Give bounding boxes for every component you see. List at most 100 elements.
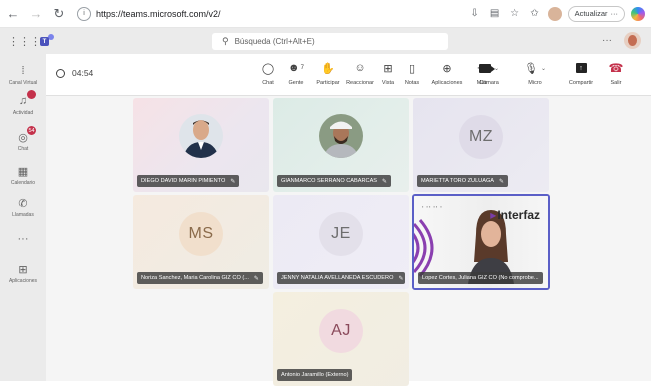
participant-name-tag: Antonio Jaramillo (Externo) <box>277 369 353 381</box>
address-bar[interactable]: i https://teams.microsoft.com/v2/ <box>75 3 355 24</box>
participant-photo <box>179 113 223 158</box>
tool-label: Participar <box>316 80 340 86</box>
rail-item-llamadas[interactable]: ✆ Llamadas <box>0 196 46 219</box>
hang-up-icon: ☎ <box>608 61 624 75</box>
phone-icon: ✆ <box>18 197 28 210</box>
mic-options-chevron-icon[interactable]: ⌄ <box>541 65 546 72</box>
browser-toolbar: ← → ↻ i https://teams.microsoft.com/v2/ … <box>0 0 651 28</box>
participant-name-tag: GIANMARCO SERRANO CABARCAS ✎ <box>277 175 392 187</box>
tool-label: Micro <box>528 80 542 86</box>
rail-item-actividad[interactable]: ♫ Actividad <box>0 90 46 116</box>
apps-button[interactable]: ⊕ Aplicaciones <box>424 60 470 87</box>
meeting-toolbar: 04:54 ◯ Chat ☻ 7 Gente ✋ Participar ☺ Rea… <box>46 54 651 96</box>
people-icon: ☻ 7 <box>288 62 304 74</box>
tool-label: Compartir <box>568 80 594 86</box>
favorites-bar-icon[interactable]: ✩ <box>528 8 542 19</box>
participant-photo <box>319 113 363 158</box>
meeting-timer: 04:54 <box>56 68 93 78</box>
mic-button[interactable]: 🎙︎ ⌄ Micro <box>512 60 558 87</box>
apps-icon: ⊞ <box>18 263 28 276</box>
tool-label: Notas <box>404 80 420 86</box>
camera-button[interactable]: ⌄ Cámara <box>466 60 512 86</box>
meeting-stage: DIEGO DAVID MARIN PIMIENTO ✎ GIANMARCO S… <box>46 96 651 386</box>
mic-muted-icon: 🎙︎ ⌄ <box>524 62 546 75</box>
site-info-icon[interactable]: i <box>77 6 91 21</box>
participant-initials: MS <box>179 212 223 257</box>
mic-muted-icon: ✎ <box>499 178 505 185</box>
notes-icon: ▯ <box>408 62 416 75</box>
mic-muted-icon: ✎ <box>253 275 259 282</box>
view-button[interactable]: ⊞ Vista <box>376 60 400 87</box>
user-avatar[interactable] <box>624 32 641 49</box>
reload-icon[interactable]: ↻ <box>49 4 69 24</box>
participant-name-tag: MARIETTA TORO ZULUAGA ✎ <box>417 175 509 187</box>
decorative-stripes <box>414 219 434 277</box>
rail-item-more[interactable]: ··· <box>0 232 46 246</box>
teams-header: ⋮⋮⋮ T ⚲ Búsqueda (Ctrl+Alt+E) ··· <box>0 28 651 54</box>
rail-label: Chat <box>17 146 29 152</box>
rail-item-chat[interactable]: ◎ 54 Chat <box>0 126 46 152</box>
participant-tile[interactable]: MS Noriza Sanchez, Maria Carolina GIZ CO… <box>133 195 269 289</box>
translate-icon[interactable]: ▤ <box>488 8 502 19</box>
interfaz-text: Interfaz <box>497 208 540 222</box>
rail-label: Llamadas <box>12 212 34 218</box>
mic-muted-icon: ✎ <box>382 178 388 185</box>
url-text: https://teams.microsoft.com/v2/ <box>96 8 221 19</box>
people-button[interactable]: ☻ 7 Gente <box>280 60 312 86</box>
grid-view-icon: ⊞ <box>383 62 393 75</box>
header-more-icon[interactable]: ··· <box>602 35 612 46</box>
notes-button[interactable]: ▯ Notas <box>400 60 424 87</box>
share-button[interactable]: ↑ Compartir <box>558 60 604 86</box>
chat-badge: 54 <box>27 126 36 135</box>
update-label: Actualizar <box>574 9 608 18</box>
tool-label: Reaccionar <box>346 80 374 86</box>
rail-item-calendario[interactable]: ▦ Calendario <box>0 164 46 187</box>
participant-tile[interactable]: MZ MARIETTA TORO ZULUAGA ✎ <box>413 98 549 192</box>
rail-item-canal-virtual[interactable]: ⁞ Canal Virtual <box>0 64 46 86</box>
leave-button[interactable]: ☎ Salir <box>604 60 628 86</box>
add-app-icon: ⊕ <box>442 62 452 75</box>
back-arrow-icon[interactable]: ← <box>3 4 23 24</box>
chat-icon: ◎ 54 <box>18 126 36 144</box>
timer-text: 04:54 <box>72 68 94 78</box>
participant-video-tile[interactable]: ▪ ▪▪ ▪▪ ▪ ▸Interfaz Lopez Cortes, Julian… <box>412 194 550 290</box>
participant-name: Lopez Cortes, Juliana GIZ CO (No comprob… <box>422 275 539 281</box>
participant-name-tag: Lopez Cortes, Juliana GIZ CO (No comprob… <box>418 272 543 284</box>
search-input[interactable]: ⚲ Búsqueda (Ctrl+Alt+E) <box>212 33 448 50</box>
activity-badge <box>27 90 36 99</box>
tool-label: Vista <box>381 80 395 86</box>
rail-label: Canal Virtual <box>8 80 38 86</box>
camera-icon: ⌄ <box>478 60 499 76</box>
participant-name: GIANMARCO SERRANO CABARCAS <box>281 178 378 184</box>
copilot-icon[interactable] <box>631 6 645 21</box>
participant-tile[interactable]: GIANMARCO SERRANO CABARCAS ✎ <box>273 98 409 192</box>
participant-name-tag: JENNY NATALIA AVELLANEDA ESCUDERO ✎ <box>277 272 405 284</box>
participant-name: Noriza Sanchez, Maria Carolina GIZ CO (.… <box>141 275 249 281</box>
timer-icon <box>56 68 65 78</box>
participant-initials: AJ <box>319 309 363 354</box>
menu-icon: ⁞ <box>21 65 25 77</box>
react-button[interactable]: ☺ Reaccionar <box>344 60 376 86</box>
participant-tile[interactable]: DIEGO DAVID MARIN PIMIENTO ✎ <box>133 98 269 192</box>
forward-arrow-icon[interactable]: → <box>26 4 46 24</box>
participant-tile[interactable]: JE JENNY NATALIA AVELLANEDA ESCUDERO ✎ <box>273 195 409 289</box>
raise-hand-button[interactable]: ✋ Participar <box>312 60 344 87</box>
download-icon[interactable]: ⇩ <box>468 8 482 19</box>
more-icon: ··· <box>17 233 29 245</box>
search-placeholder: Búsqueda (Ctrl+Alt+E) <box>234 37 315 46</box>
interfaz-logo: ▸Interfaz <box>490 208 540 222</box>
participant-tile[interactable]: AJ Antonio Jaramillo (Externo) <box>273 292 409 386</box>
people-count: 7 <box>300 65 304 71</box>
rail-item-aplicaciones[interactable]: ⊞ Aplicaciones <box>0 262 46 285</box>
update-button[interactable]: Actualizar ··· <box>567 5 625 22</box>
participant-name: DIEGO DAVID MARIN PIMIENTO <box>141 178 226 184</box>
participant-initials: MZ <box>459 115 503 160</box>
participant-name-tag: DIEGO DAVID MARIN PIMIENTO ✎ <box>137 175 240 187</box>
favorite-star-icon[interactable]: ☆ <box>508 8 522 19</box>
browser-profile-avatar[interactable] <box>547 6 562 21</box>
rail-label: Aplicaciones <box>8 278 38 284</box>
mic-muted-icon: ✎ <box>230 178 236 185</box>
app-launcher-icon[interactable]: ⋮⋮⋮ <box>8 35 41 48</box>
update-more-icon: ··· <box>610 9 619 18</box>
chat-button[interactable]: ◯ Chat <box>256 60 280 87</box>
